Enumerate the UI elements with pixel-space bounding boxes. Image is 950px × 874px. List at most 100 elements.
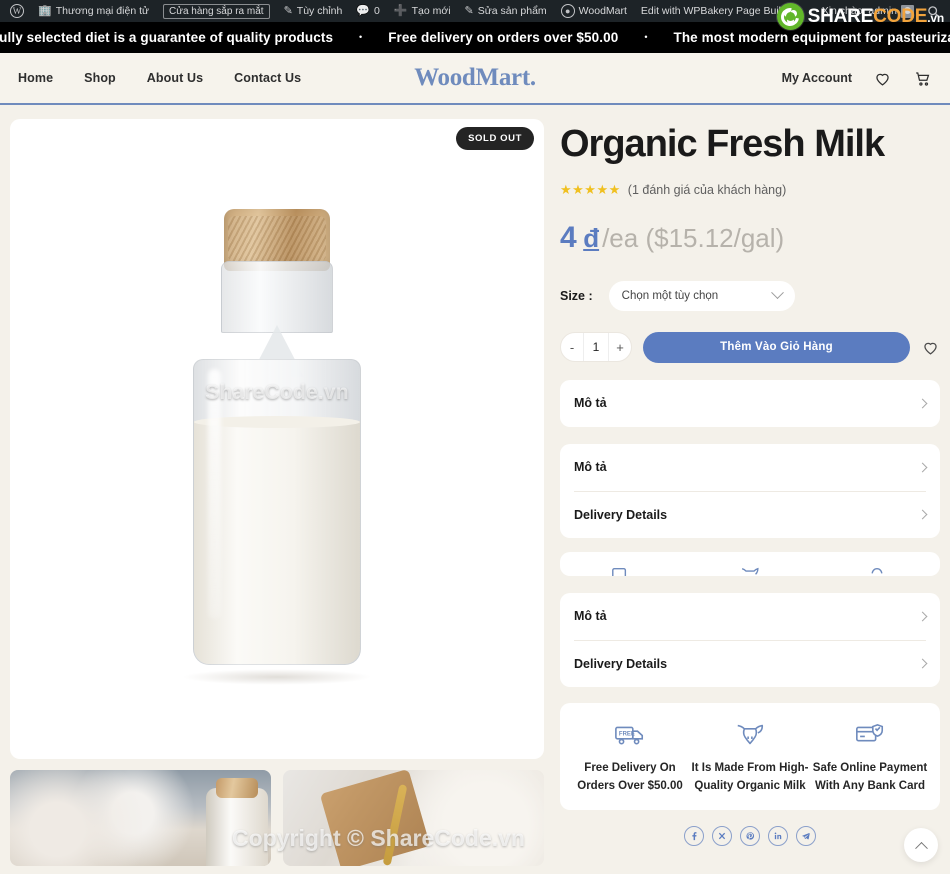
gallery-thumbnail-2[interactable] [283,770,544,866]
sharecode-code-text: CODE [873,6,928,27]
quantity-increase-button[interactable]: + [609,333,631,361]
benefit-item-free-delivery: FREE Free Delivery On Orders Over $50.00 [570,719,690,796]
accordion-card-2: Mô tả Delivery Details [560,443,940,538]
accordion-label: Delivery Details [574,656,668,671]
admin-bar-wordpress-logo[interactable]: W [6,4,31,18]
price-amount: 4 [560,220,577,254]
nav-item-home[interactable]: Home [18,71,53,85]
heart-icon[interactable] [921,338,940,357]
edit-icon: ✎ [464,4,474,17]
sharecode-logo: SHARECODE.vn [776,3,944,30]
cow-head-icon [737,564,763,576]
product-gallery: SOLD OUT ShareCode.vn [10,119,544,866]
woodmart-icon: ● [560,4,575,18]
benefits-card-peek [560,551,940,576]
milk-bottle-illustration [182,209,372,685]
size-selected-value: Chọn một tùy chọn [621,289,719,302]
admin-bar-comments[interactable]: 💬 0 [349,5,387,17]
store-icon: 🏢 [38,4,52,17]
size-label: Size : [560,288,593,303]
price-unit-suffix: /ea ($15.12/gal) [602,222,785,253]
marquee-item: The most modern equipment for pasteuriza… [673,30,950,45]
site-logo[interactable]: WoodMart. [414,64,536,92]
chevron-right-icon [917,462,928,473]
heart-icon[interactable] [873,69,892,88]
product-rating[interactable]: ★★★★★ (1 đánh giá của khách hàng) [560,183,940,197]
gallery-thumbnail-1[interactable] [10,770,271,866]
accordion-row-description[interactable]: Mô tả [574,444,928,491]
quantity-decrease-button[interactable]: - [561,333,583,361]
linkedin-icon[interactable] [768,825,788,846]
gallery-thumbnails [10,770,544,866]
my-account-link[interactable]: My Account [782,71,852,85]
benefit-text: Safe Online Payment With Any Bank Card [812,761,928,792]
rating-count-label[interactable]: (1 đánh giá của khách hàng) [628,183,786,197]
sharecode-mark-icon [776,3,804,30]
delivery-truck-icon [610,564,636,576]
comment-count: 0 [374,5,380,17]
svg-text:FREE: FREE [619,731,635,737]
size-select[interactable]: Chọn một tùy chọn [608,280,795,311]
add-to-cart-button[interactable]: Thêm Vào Giỏ Hàng [643,331,910,363]
bottle-neck [221,261,333,333]
price-currency: đ [583,222,600,253]
product-main-image[interactable]: SOLD OUT ShareCode.vn [10,119,544,759]
marquee-separator: • [359,32,363,42]
comment-icon: 💬 [356,4,371,17]
rating-stars: ★★★★★ [560,182,621,198]
header-actions: My Account [782,69,932,88]
delivery-truck-icon: FREE [570,719,690,751]
secure-card-icon [864,564,890,576]
marquee-track: arefully selected diet is a guarantee of… [0,30,950,45]
admin-bar-site-label: Thương mại điện tử [55,5,150,17]
accordion-label: Delivery Details [574,507,668,522]
cart-icon[interactable] [913,69,932,88]
marquee-separator: • [644,32,648,42]
accordion-row-description[interactable]: Mô tả [574,593,928,640]
site-header: Home Shop About Us Contact Us WoodMart. … [0,53,950,105]
benefit-item-safe-payment: Safe Online Payment With Any Bank Card [810,719,930,796]
quantity-stepper[interactable]: - 1 + [560,332,632,363]
nav-item-about-us[interactable]: About Us [147,71,203,85]
nav-item-shop[interactable]: Shop [84,71,116,85]
bottle-shadow [182,669,372,685]
benefits-strip: FREE Free Delivery On Orders Over $50.00… [560,702,940,810]
x-twitter-icon[interactable] [712,825,732,846]
quantity-value[interactable]: 1 [583,333,609,362]
admin-bar-edit-product[interactable]: ✎ Sửa sản phẩm [458,5,554,17]
benefit-text: It Is Made From High-Quality Organic Mil… [691,761,809,792]
chevron-right-icon [917,611,928,622]
pencil-icon: ✎ [283,4,293,17]
status-badge: SOLD OUT [456,127,534,150]
chevron-right-icon [917,658,928,669]
accordion-label: Mô tả [574,460,607,475]
product-price: 4 đ /ea ($15.12/gal) [560,221,940,255]
product-summary: Organic Fresh Milk ★★★★★ (1 đánh giá của… [560,119,940,866]
accordion-card-3: Mô tả Delivery Details [560,592,940,687]
edit-product-label: Sửa sản phẩm [477,5,547,17]
scroll-to-top-button[interactable] [904,828,938,862]
admin-bar-site-name[interactable]: 🏢 Thương mại điện tử [31,5,156,17]
admin-bar-woodmart[interactable]: ● WoodMart [554,4,634,18]
product-page: SOLD OUT ShareCode.vn Organic Fresh Milk… [0,105,950,866]
facebook-icon[interactable] [684,825,704,846]
page-title: Organic Fresh Milk [560,123,885,165]
social-share-row [560,825,940,846]
sharecode-share-text: SHARE [807,6,874,27]
plus-icon: ➕ [393,4,408,17]
accordion-row-description[interactable]: Mô tả [574,380,928,427]
chevron-up-icon [914,841,928,855]
pinterest-icon[interactable] [740,825,760,846]
telegram-icon[interactable] [796,825,816,846]
chevron-right-icon [917,509,928,520]
benefit-text: Free Delivery On Orders Over $50.00 [577,761,683,792]
bottle-highlight [208,369,221,619]
accordion-row-delivery-details[interactable]: Delivery Details [574,639,928,687]
admin-bar-customize[interactable]: ✎ Tùy chỉnh [277,5,350,17]
admin-bar-new-content[interactable]: ➕ Tạo mới [387,5,458,17]
accordion-row-delivery-details[interactable]: Delivery Details [574,490,928,538]
nav-item-contact-us[interactable]: Contact Us [234,71,301,85]
variation-size-row: Size : Chọn một tùy chọn [560,280,940,311]
admin-bar-coming-soon[interactable]: Cửa hàng sắp ra mắt [156,3,277,19]
chevron-down-icon [770,286,784,300]
